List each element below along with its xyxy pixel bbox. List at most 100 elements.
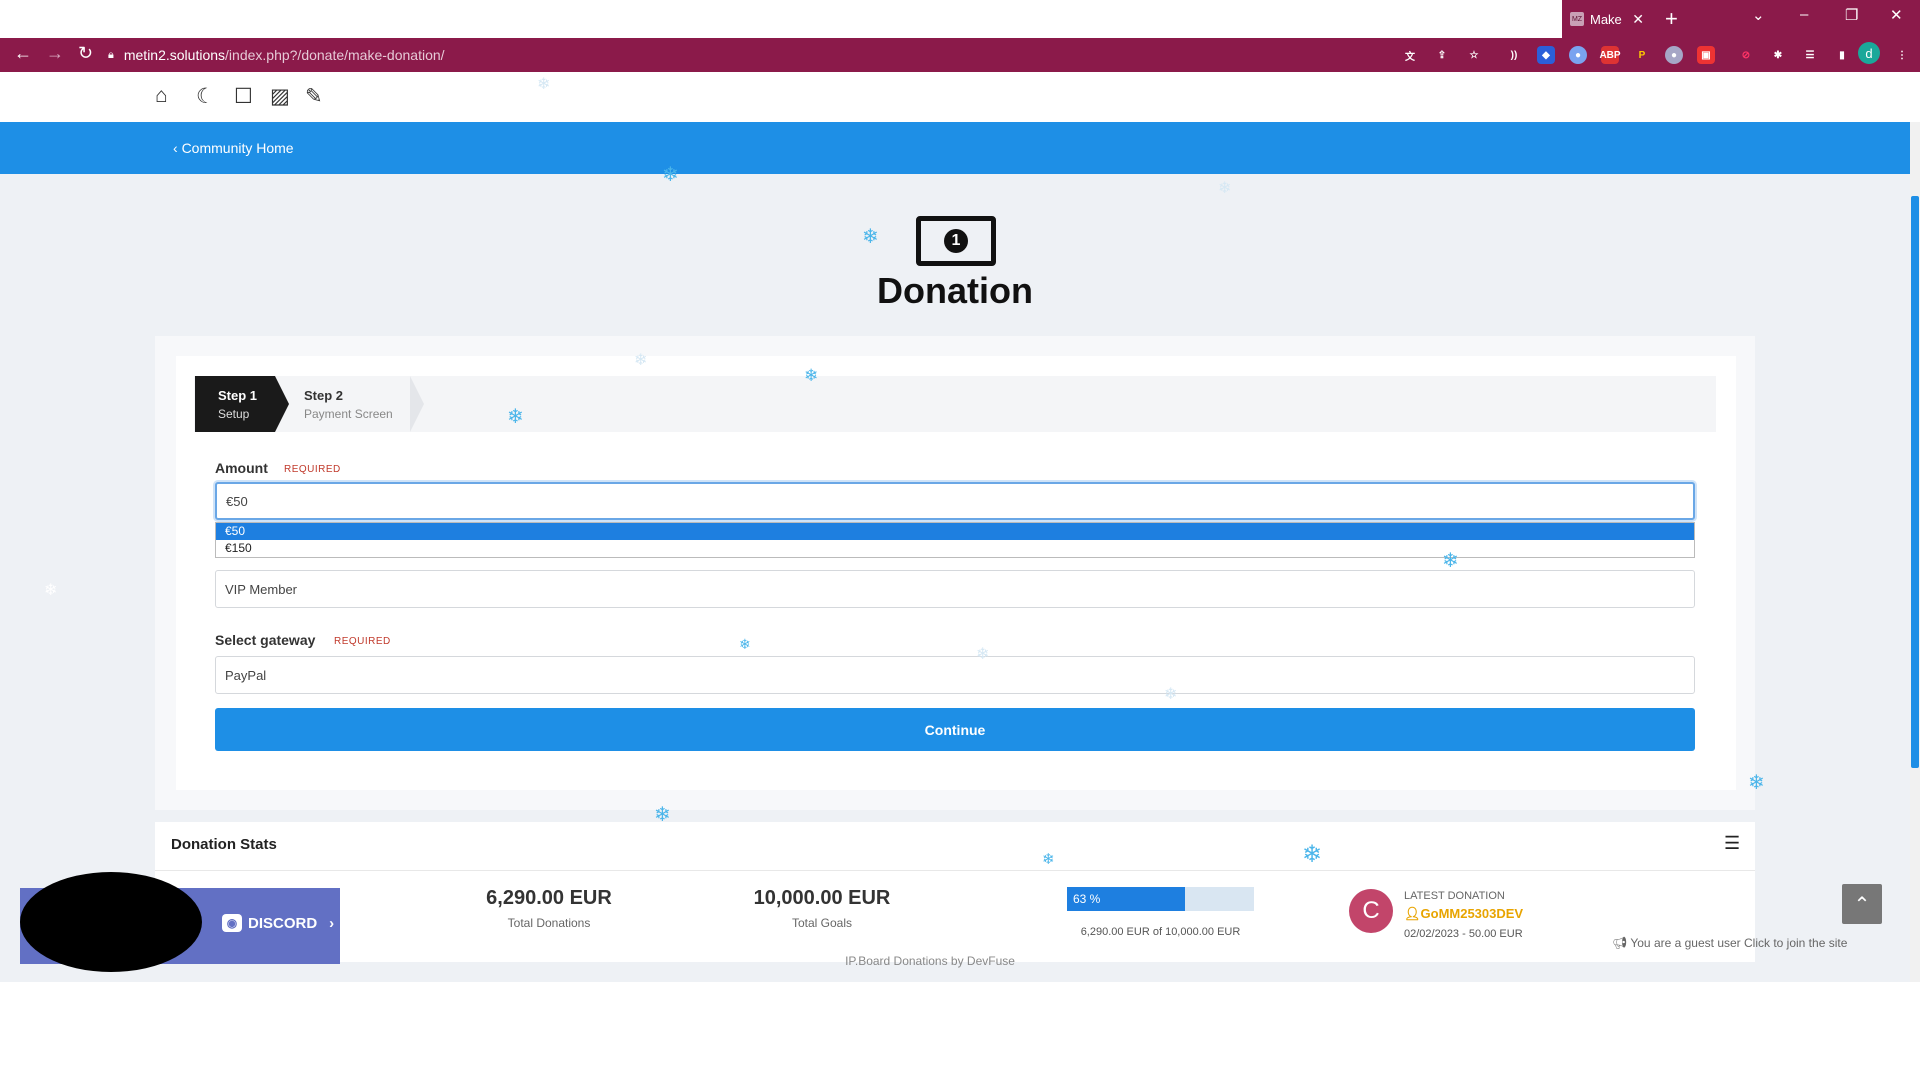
translate-icon[interactable]: 文 <box>1401 46 1419 64</box>
discord-button[interactable]: ◉ DISCORD › <box>222 914 334 932</box>
amount-select[interactable]: €50 <box>215 482 1695 520</box>
extension-wave-icon[interactable]: )) <box>1505 46 1523 64</box>
step-2-title: Step 2 <box>304 388 344 403</box>
donation-stats-panel <box>155 822 1755 962</box>
snowflake-icon: ❄ <box>1748 772 1765 794</box>
latest-donation-label: LATEST DONATION <box>1404 890 1505 902</box>
new-tab-icon[interactable]: + <box>1665 6 1678 32</box>
browser-tab[interactable]: MZ Make ✕ <box>1562 0 1650 38</box>
goal-select[interactable]: VIP Member <box>215 570 1695 608</box>
avatar: C <box>1349 889 1393 933</box>
share-icon[interactable]: ⇪ <box>1433 46 1451 64</box>
reading-list-icon[interactable]: ☰ <box>1801 46 1819 64</box>
money-coin: 1 <box>944 229 968 253</box>
reload-icon[interactable]: ↻ <box>78 43 93 64</box>
snowflake-icon: ❄ <box>44 582 58 599</box>
image-icon[interactable]: ▨ <box>270 84 290 109</box>
total-donations-label: Total Donations <box>507 916 591 930</box>
snowflake-icon: ❄ <box>1164 686 1178 703</box>
close-tab-icon[interactable]: ✕ <box>1632 11 1644 28</box>
user-plus-icon: 👤︎ <box>1404 906 1421 921</box>
snowflake-icon: ❄ <box>1218 180 1232 197</box>
step-1-subtitle: Setup <box>218 407 250 421</box>
continue-button[interactable]: Continue <box>215 708 1695 751</box>
extension-abp-icon[interactable]: ABP <box>1599 46 1621 64</box>
extension-circle-icon[interactable]: ● <box>1569 46 1587 64</box>
tabstrip-filler <box>1650 0 1920 38</box>
latest-donation-user[interactable]: 👤︎GoMM25303DEV <box>1404 906 1523 922</box>
forward-icon[interactable]: → <box>46 43 64 64</box>
site-toolbar: ⌂ ☾ ☐ ▨ ✎ <box>0 72 1910 122</box>
redacted-area <box>20 872 202 972</box>
amount-option[interactable]: €50 <box>216 523 1694 540</box>
moon-icon[interactable]: ☾ <box>196 84 215 109</box>
discord-icon: ◉ <box>222 914 242 932</box>
scroll-to-top-button[interactable]: ⌃ <box>1842 884 1882 924</box>
step-1-title: Step 1 <box>218 388 258 403</box>
amount-required-tag: REQUIRED <box>284 464 341 475</box>
back-icon[interactable]: ← <box>14 43 32 64</box>
scrollbar-thumb[interactable] <box>1911 196 1919 768</box>
breadcrumb-bar: ‹ Community Home <box>0 122 1910 174</box>
chevron-right-icon: › <box>329 914 335 932</box>
restore-icon[interactable]: ❐ <box>1845 6 1858 24</box>
breadcrumb-label: Community Home <box>181 140 294 156</box>
home-icon[interactable]: ⌂ <box>155 84 168 108</box>
step-2[interactable]: Step 2 Payment Screen <box>295 376 410 432</box>
amount-option[interactable]: €150 <box>216 540 1694 557</box>
gateway-label: Select gateway <box>215 632 316 648</box>
address-bar[interactable]: 🔒︎ metin2.solutions/index.php?/donate/ma… <box>108 42 445 68</box>
guest-notice[interactable]: 📢︎ You are a guest user Click to join th… <box>1612 936 1847 950</box>
discord-label: DISCORD <box>248 914 318 932</box>
snowflake-icon: ❄ <box>507 406 524 428</box>
profile-avatar[interactable]: d <box>1858 42 1880 64</box>
minimize-icon[interactable]: – <box>1800 6 1808 23</box>
snowflake-icon: ❄ <box>662 164 679 186</box>
latest-donation-username: GoMM25303DEV <box>1420 906 1524 921</box>
browser-toolbar: ← → ↻ 🔒︎ metin2.solutions/index.php?/don… <box>0 38 1920 72</box>
extension-user-icon[interactable]: ● <box>1665 46 1683 64</box>
guest-notice-text: You are a guest user Click to join the s… <box>1630 936 1848 950</box>
snowflake-icon: ❄ <box>976 646 990 663</box>
extension-p-icon[interactable]: P <box>1633 46 1651 64</box>
square-icon[interactable]: ☐ <box>234 84 253 109</box>
breadcrumb[interactable]: ‹ Community Home <box>173 140 294 156</box>
snowflake-icon: ❄ <box>739 636 751 652</box>
extensions-puzzle-icon[interactable]: ✱ <box>1769 46 1787 64</box>
total-donations-value: 6,290.00 EUR <box>486 887 612 909</box>
extension-shield-icon[interactable]: ◆ <box>1537 46 1555 64</box>
amount-dropdown: €50 €150 <box>215 522 1695 558</box>
snowflake-icon: ❄ <box>537 76 551 93</box>
step-2-subtitle: Payment Screen <box>304 407 393 421</box>
snowflake-icon: ❄ <box>1442 550 1459 572</box>
url-path: /index.php?/donate/make-donation/ <box>225 47 445 63</box>
snowflake-icon: ❄ <box>804 366 819 385</box>
window-close-icon[interactable]: ✕ <box>1890 6 1903 24</box>
donation-progress-caption: 6,290.00 EUR of 10,000.00 EUR <box>1080 926 1241 938</box>
amount-label: Amount <box>215 460 268 476</box>
brush-icon[interactable]: ✎ <box>305 84 323 109</box>
money-icon: 1 <box>916 216 996 266</box>
extension-block-icon[interactable]: ⊘ <box>1737 46 1755 64</box>
tab-search-icon[interactable]: ⌄ <box>1752 6 1765 24</box>
snowflake-icon: ❄ <box>862 226 879 248</box>
menu-icon[interactable]: ☰ <box>1724 833 1740 854</box>
gateway-select[interactable]: PayPal <box>215 656 1695 694</box>
snowflake-icon: ❄ <box>634 352 648 369</box>
step-1[interactable]: Step 1 Setup <box>195 376 275 432</box>
snowflake-icon: ❄ <box>1302 841 1323 868</box>
tab-favicon-icon: MZ <box>1570 12 1584 26</box>
donation-progress-fill: 63 % <box>1067 887 1185 911</box>
side-panel-icon[interactable]: ▮ <box>1833 46 1851 64</box>
browser-menu-icon[interactable]: ⋮ <box>1893 46 1911 64</box>
bookmark-star-icon[interactable]: ☆ <box>1465 46 1483 64</box>
tab-title: Make <box>1590 11 1622 27</box>
snowflake-icon: ❄ <box>1042 851 1055 868</box>
donation-stats-title: Donation Stats <box>171 836 277 853</box>
snowflake-icon: ❄ <box>654 804 671 826</box>
total-goals-value: 10,000.00 EUR <box>753 887 891 909</box>
extension-red-icon[interactable]: ▣ <box>1697 46 1715 64</box>
latest-donation-detail: 02/02/2023 - 50.00 EUR <box>1404 928 1523 940</box>
stats-divider <box>155 870 1755 871</box>
step-1-arrow <box>275 376 289 432</box>
